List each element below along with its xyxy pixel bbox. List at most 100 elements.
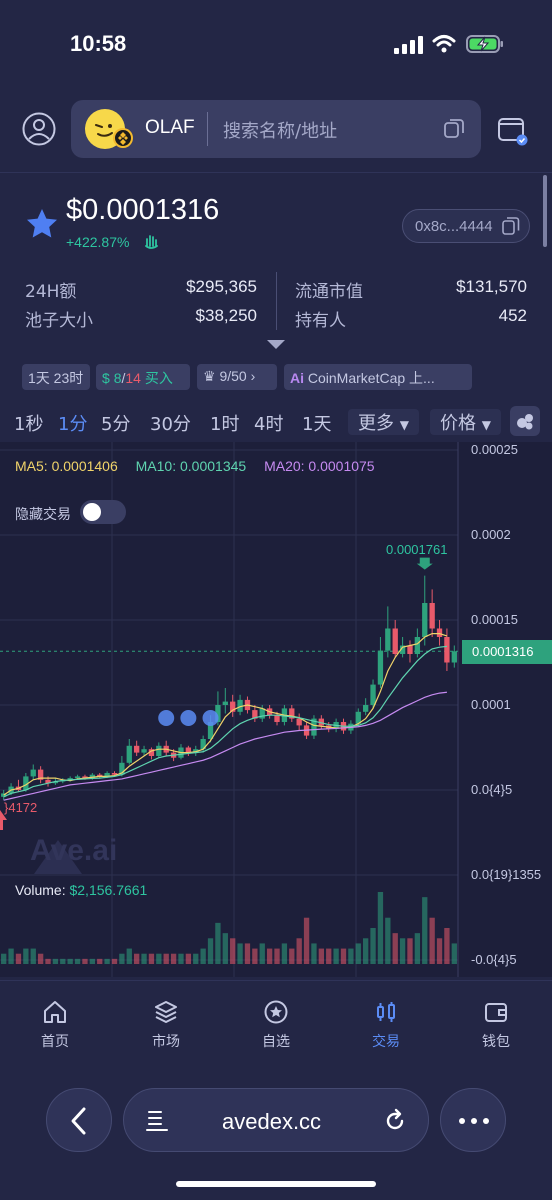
ma-legend: MA5: 0.0001406 MA10: 0.0001345 MA20: 0.0… <box>15 458 389 474</box>
pool-size-label: 池子大小 <box>25 311 93 331</box>
holders-label: 持有人 <box>295 311 346 331</box>
nav-watchlist[interactable]: 自选 <box>236 999 316 1051</box>
volume-bar <box>207 938 214 964</box>
volume-bar <box>436 938 443 964</box>
timeframe-bar: 1秒 1分 5分 30分 1时 4时 1天 更多 ▼ 价格 ▼ <box>0 402 552 442</box>
tab-1s[interactable]: 1秒 <box>14 410 43 436</box>
volume-bar <box>303 917 310 964</box>
volume-bar <box>52 958 59 964</box>
crown-icon: ♛ <box>203 368 216 384</box>
volume-bar <box>104 958 110 964</box>
volume-bar <box>414 933 421 964</box>
high-price-label: 0.0001761 <box>386 542 448 557</box>
volume-bar <box>67 958 73 964</box>
back-button[interactable] <box>46 1088 112 1152</box>
volume-bar <box>148 953 155 964</box>
rank-pill[interactable]: ♛ 9/50 › <box>197 364 277 390</box>
address-bar[interactable]: avedex.cc <box>123 1088 429 1152</box>
volume-bar <box>348 948 354 964</box>
search-bar[interactable]: OLAF 搜索名称/地址 <box>71 100 481 158</box>
candle <box>156 745 162 756</box>
reader-icon[interactable] <box>146 1109 168 1133</box>
tab-30m[interactable]: 30分 <box>150 410 191 436</box>
volume-bar <box>82 958 88 964</box>
more-timeframes-button[interactable]: 更多 ▼ <box>348 409 419 435</box>
volume-bar <box>252 948 258 964</box>
favorite-star-icon[interactable] <box>24 206 60 242</box>
volume-bar <box>126 948 132 964</box>
wallet-icon[interactable] <box>496 114 528 146</box>
rank-text: 9/50 <box>219 368 247 384</box>
wave-hand-icon <box>145 235 158 249</box>
age-pill[interactable]: 1天 23时 <box>22 364 90 390</box>
y-tick-label: -0.0{4}5 <box>471 952 517 967</box>
candle <box>436 628 443 637</box>
token-price: $0.0001316 <box>66 194 220 226</box>
indicator-settings-button[interactable] <box>510 406 540 436</box>
candle <box>392 628 398 654</box>
nav-market[interactable]: 市场 <box>126 999 206 1051</box>
nav-wallet-label: 钱包 <box>482 1034 510 1050</box>
more-options-button[interactable] <box>440 1088 506 1152</box>
dots-cluster-icon <box>517 414 533 430</box>
more-label: 更多 <box>358 413 394 434</box>
tab-1d[interactable]: 1天 <box>302 410 331 436</box>
trade-marker <box>158 710 175 726</box>
volume-bar <box>377 892 384 964</box>
nav-home[interactable]: 首页 <box>15 999 95 1051</box>
volume-bar <box>60 958 66 964</box>
candlestick-icon <box>377 1002 395 1022</box>
ai-icon: Ai <box>290 370 304 386</box>
scrollbar[interactable] <box>543 175 547 247</box>
reload-icon[interactable] <box>382 1108 408 1134</box>
caret-down-icon: ▼ <box>399 418 409 432</box>
signal-icon <box>394 36 423 54</box>
tab-5m[interactable]: 5分 <box>101 410 130 436</box>
wifi-icon <box>432 35 456 53</box>
price-chart[interactable]: MA5: 0.0001406 MA10: 0.0001345 MA20: 0.0… <box>0 442 552 977</box>
buy-label: 买入 <box>140 370 173 386</box>
volume-bar <box>266 948 273 964</box>
candle <box>385 628 391 651</box>
volume-label: Volume: $2,156.7661 <box>15 882 147 898</box>
y-tick-label: 0.0{19}1355 <box>471 867 542 882</box>
contract-address: 0x8c...4444 <box>415 218 493 235</box>
tab-4h[interactable]: 4时 <box>254 410 283 436</box>
tab-1h[interactable]: 1时 <box>210 410 239 436</box>
price-change: +422.87% <box>66 234 130 250</box>
search-divider <box>207 112 208 146</box>
pool-size-value: $38,250 <box>195 306 257 325</box>
candle <box>126 745 132 763</box>
volume-24h-label: 24H额 <box>25 282 77 302</box>
volume-bar <box>407 938 413 964</box>
volume-bar <box>399 938 406 964</box>
nav-wallet[interactable]: 钱包 <box>456 999 536 1051</box>
battery-charging-icon <box>466 35 503 53</box>
copy-icon[interactable] <box>443 117 465 139</box>
chevron-right-icon: › <box>250 368 256 384</box>
expand-stats-icon[interactable] <box>267 340 285 349</box>
hide-trades-toggle[interactable] <box>80 500 126 524</box>
listing-pill[interactable]: Ai CoinMarketCap 上... <box>284 364 472 390</box>
trade-marker <box>180 710 197 726</box>
volume-bar <box>30 948 36 964</box>
volume-bar <box>156 953 162 964</box>
age-text: 1天 23时 <box>28 370 84 386</box>
volume-bar <box>385 917 391 964</box>
price-mode-label: 价格 <box>440 413 476 434</box>
holders-value: 452 <box>498 306 527 325</box>
tab-1m[interactable]: 1分 <box>58 410 87 436</box>
user-icon[interactable] <box>22 112 56 146</box>
nav-trade[interactable]: 交易 <box>346 999 426 1051</box>
volume-bar <box>215 922 221 964</box>
contract-address-pill[interactable]: 0x8c...4444 <box>402 209 530 243</box>
price-mode-button[interactable]: 价格 ▼ <box>430 409 501 435</box>
volume-bar <box>89 958 95 964</box>
status-bar: 10:58 <box>0 0 552 90</box>
y-tick-label: 0.0{4}5 <box>471 782 513 797</box>
copy-address-icon[interactable] <box>501 216 521 236</box>
trade-marker <box>202 710 219 726</box>
search-input[interactable]: 搜索名称/地址 <box>223 117 337 143</box>
volume-bar <box>97 958 103 964</box>
buy-count-pill[interactable]: $ 8/14 买入 <box>96 364 190 390</box>
